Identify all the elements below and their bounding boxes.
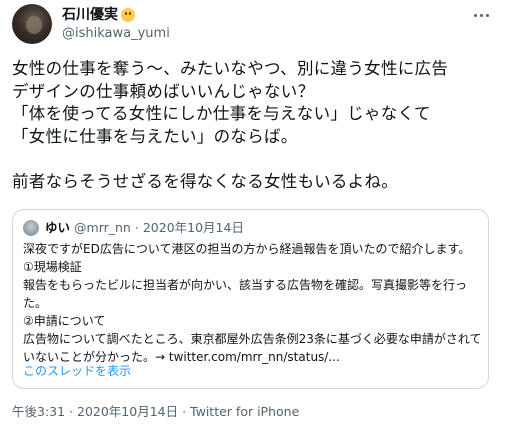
display-name[interactable]: 石川優実 <box>62 6 118 24</box>
tweet-source[interactable]: Twitter for iPhone <box>190 404 299 419</box>
face-emoji-icon <box>121 8 135 22</box>
tweet-metadata: 午後3:31 · 2020年10月14日 · Twitter for iPhon… <box>12 404 299 420</box>
tweet-text-line: 「体を使ってる女性にしか仕事を与えない」じゃなくて <box>12 104 431 123</box>
quoted-text-line: 広告物について調べたところ、東京都屋外広告条例23条に基づく必要な申請がされて <box>23 332 482 346</box>
quoted-separator: · <box>134 220 139 235</box>
quoted-tweet-header: ゆい @mrr_nn · 2020年10月14日 <box>23 220 244 236</box>
quoted-tweet-text: 深夜ですがED広告について港区の担当の方から経過報告を頂いたので紹介します。 ①… <box>23 240 483 366</box>
author-handle[interactable]: @ishikawa_yumi <box>62 25 170 43</box>
quoted-text-line: た。 <box>23 296 48 310</box>
tweet-text-line: デザインの仕事頼めばいいんじゃない？ <box>12 81 315 101</box>
tweet-date[interactable]: 2020年10月14日 <box>77 404 178 419</box>
quoted-text-line: 深夜ですがED広告について港区の担当の方から経過報告を頂いたので紹介します。 <box>23 242 471 256</box>
quoted-text-line: ②申請について <box>23 314 106 328</box>
quoted-date: 2020年10月14日 <box>142 220 244 235</box>
meta-separator: · <box>178 404 191 419</box>
quoted-tweet[interactable]: ゆい @mrr_nn · 2020年10月14日 深夜ですがED広告について港区… <box>12 209 489 389</box>
tweet: 石川優実 @ishikawa_yumi 女性の仕事を奪う〜、みたいなやつ、別に違… <box>0 0 505 430</box>
tweet-text-line: 前者ならそうせざるを得なくなる女性もいるよね。 <box>12 171 399 191</box>
tweet-text-line: 女性の仕事を奪う〜、みたいなやつ、別に違う女性に広告 <box>12 59 449 78</box>
tweet-time[interactable]: 午後3:31 <box>12 404 65 419</box>
quoted-text-line: ①現場検証 <box>23 260 82 274</box>
author-block: 石川優実 @ishikawa_yumi <box>62 6 170 43</box>
more-options-icon[interactable] <box>471 10 491 20</box>
meta-separator: · <box>65 404 77 419</box>
tweet-text-line: 「女性に仕事を与えたい」のならば。 <box>12 126 298 146</box>
quoted-display-name: ゆい <box>45 220 71 235</box>
quoted-avatar <box>23 220 39 236</box>
tweet-text: 女性の仕事を奪う〜、みたいなやつ、別に違う女性に広告 デザインの仕事頼めばいいん… <box>12 58 497 193</box>
display-name-row[interactable]: 石川優実 <box>62 6 170 24</box>
quoted-handle: @mrr_nn <box>74 220 131 235</box>
show-thread-link[interactable]: このスレッドを表示 <box>23 363 131 379</box>
avatar[interactable] <box>12 4 52 44</box>
quoted-text-line: 報告をもらったビルに担当者が向かい、該当する広告物を確認。写真撮影等を行っ <box>23 278 468 292</box>
